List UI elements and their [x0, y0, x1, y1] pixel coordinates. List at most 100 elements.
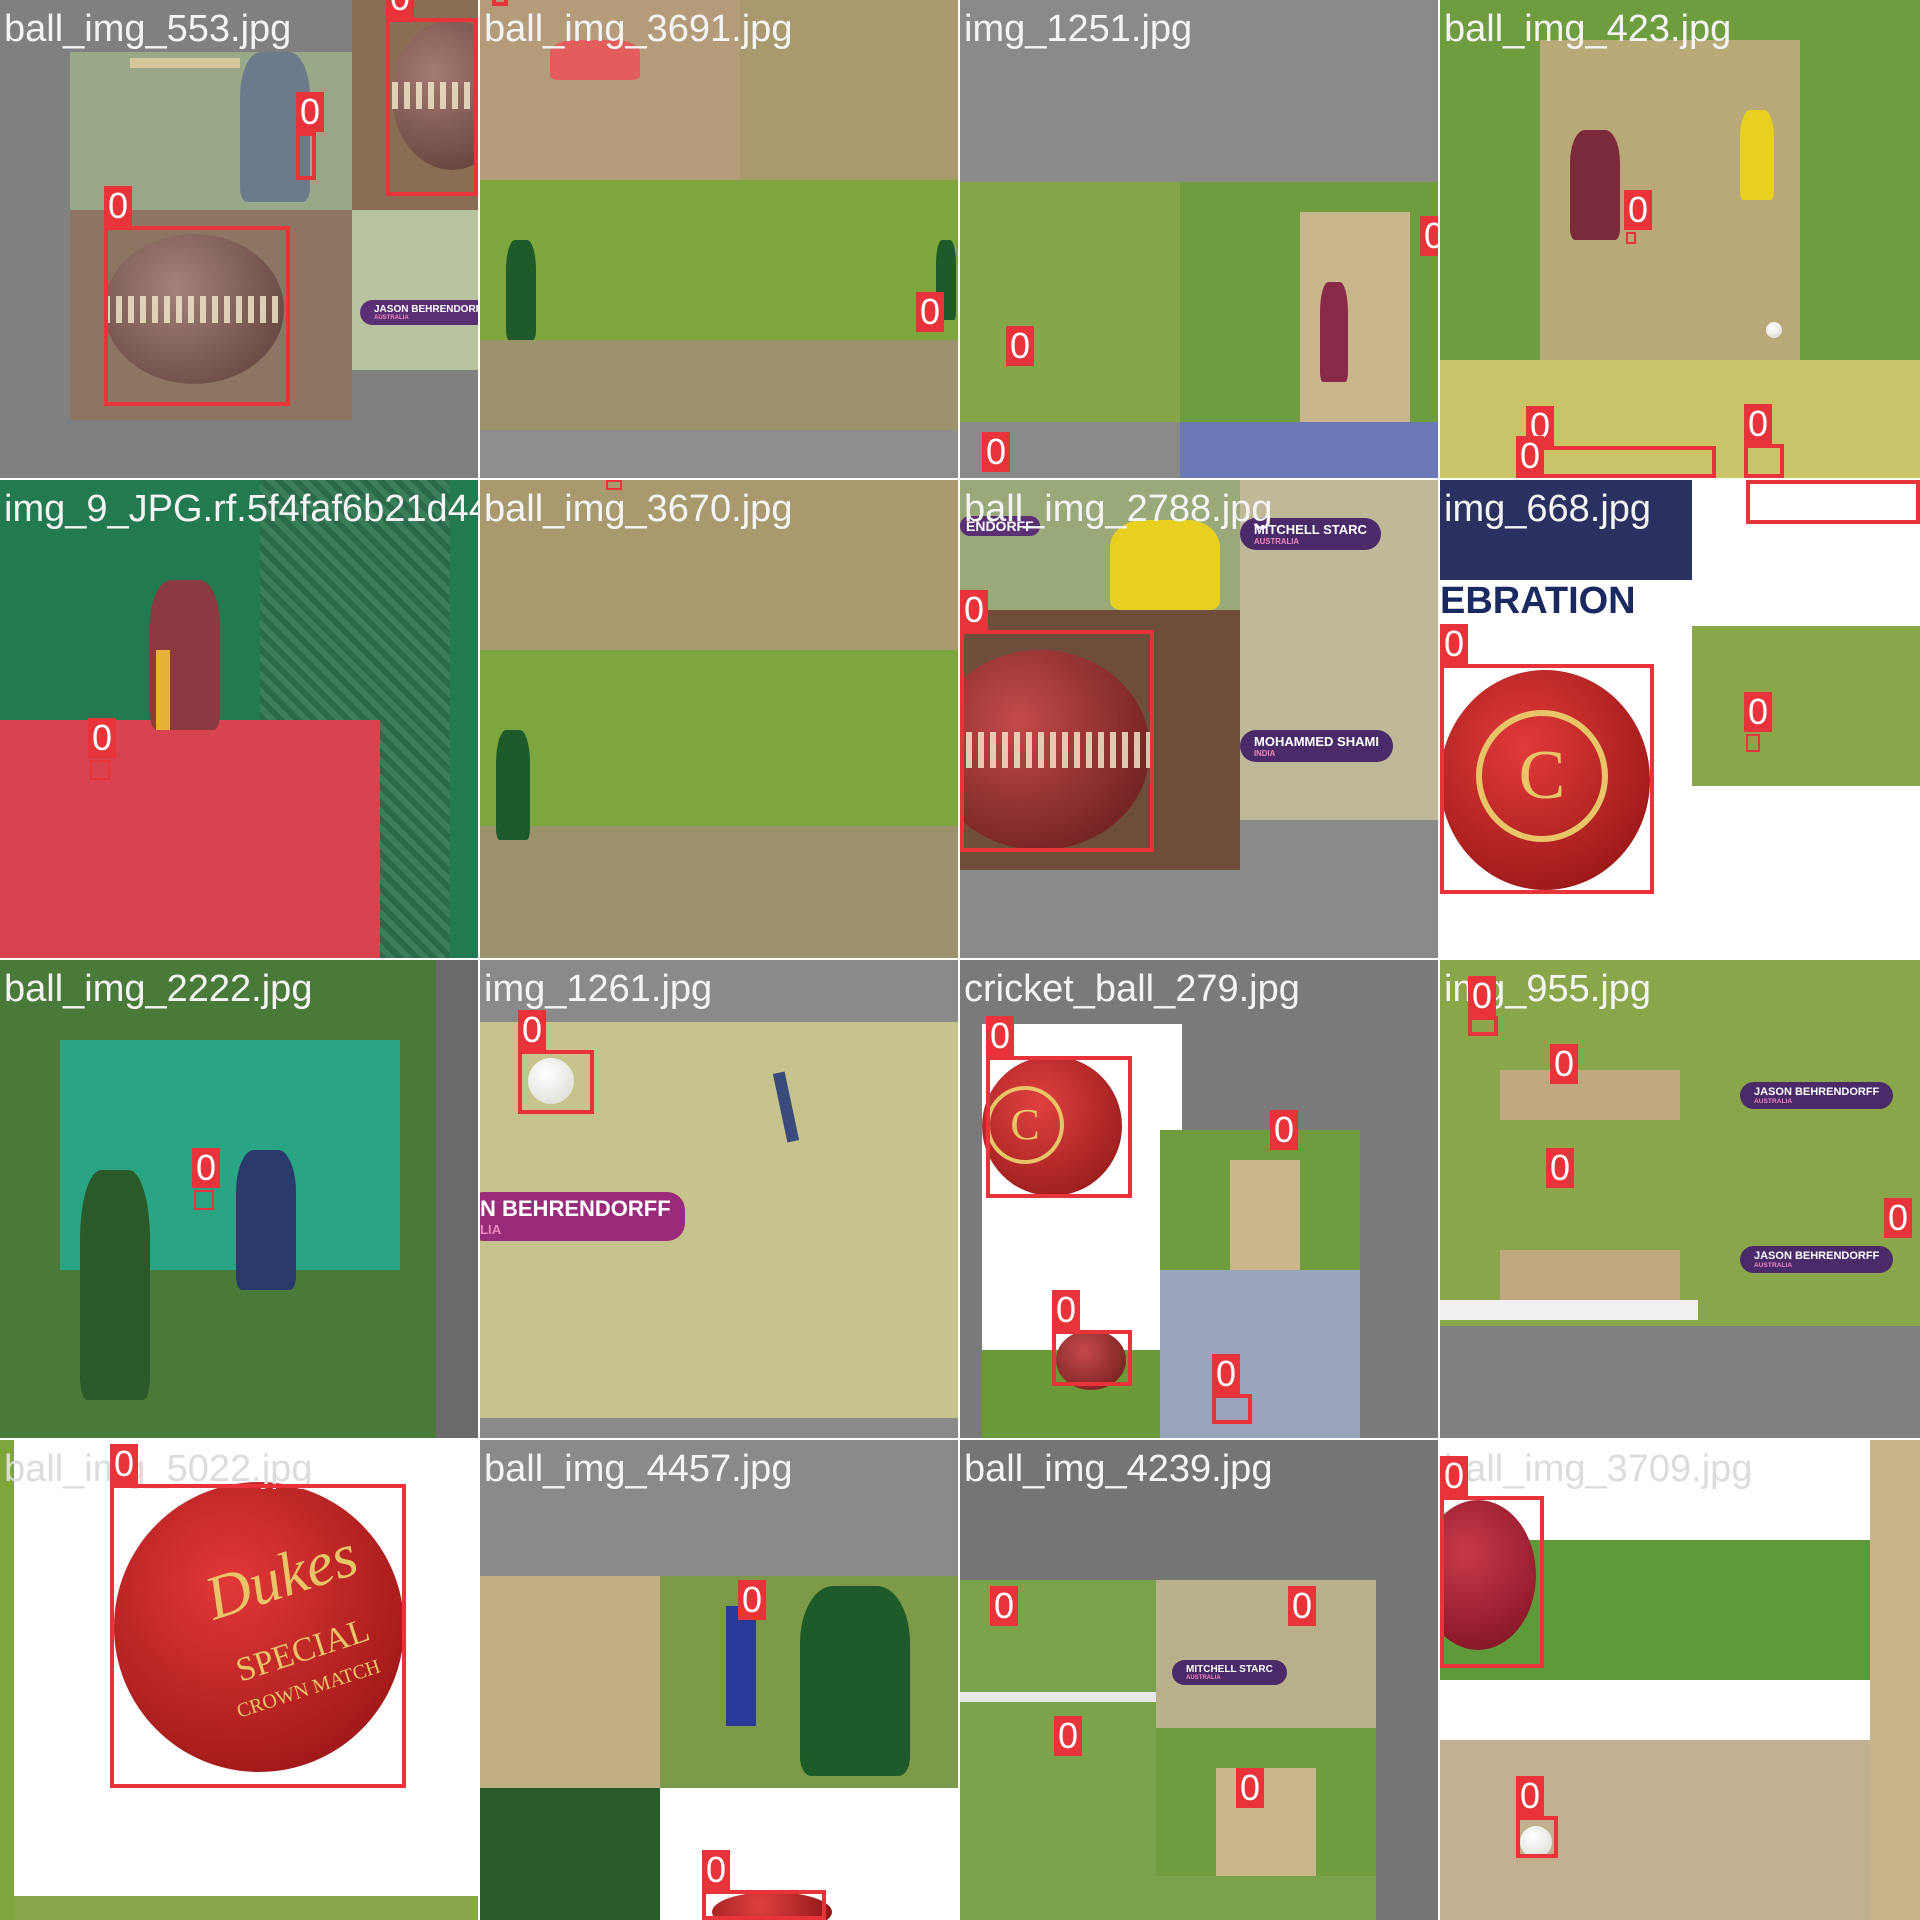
detection-box: 0 — [960, 590, 1154, 852]
batsman-figure — [496, 730, 530, 840]
tile-label: img_9_JPG.rf.5f4faf6b21d44bd408a240312d4 — [4, 488, 478, 530]
board-text: EBRATION — [1440, 580, 1692, 620]
tile-ball-img-2788: MITCHELL STARC AUSTRALIA MOHAMMED SHAMI IN… — [960, 480, 1438, 958]
detection-box: 0 — [1624, 190, 1653, 244]
detection-box: 0 — [986, 1016, 1132, 1198]
ball-image — [1766, 322, 1782, 338]
red-pitch — [0, 720, 380, 958]
class-label: 0 — [1884, 1198, 1913, 1238]
tile-img-668: EBRATION C img_668.jpg 0 0 0 — [1440, 480, 1920, 958]
field-crop — [480, 180, 958, 430]
tile-img-9: img_9_JPG.rf.5f4faf6b21d44bd408a240312d4… — [0, 480, 478, 958]
tile-img-1261: N BEHRENDORFF LIA img_1261.jpg 0 — [480, 960, 958, 1438]
pitch-strip — [480, 826, 958, 958]
field-crop — [960, 182, 1180, 422]
tile-ball-img-3670: ball_img_3670.jpg 0 — [480, 480, 958, 958]
player-banner: JASON BEHRENDORFF AUSTRALIA — [360, 300, 478, 325]
detection-box: 0 — [1052, 1290, 1132, 1386]
batsman-figure — [236, 1150, 296, 1290]
detection-box: 0 — [386, 0, 478, 196]
class-label: 0 — [986, 1016, 1015, 1056]
detection-box: 0 — [1744, 404, 1784, 478]
detection-box: 0 — [702, 1850, 826, 1920]
tile-ball-img-3691: ball_img_3691.jpg 0 0 — [480, 0, 958, 478]
detection-box: 0 — [1884, 1198, 1913, 1252]
tile-label: ball_img_3691.jpg — [484, 8, 793, 50]
tile-ball-img-423: ball_img_423.jpg 0 0 0 0 — [1440, 0, 1920, 478]
class-label: 0 — [1744, 692, 1773, 732]
room-crop — [1160, 1270, 1360, 1438]
tile-ball-img-3709: ball_img_3709.jpg 0 0 — [1440, 1440, 1920, 1920]
class-label: 0 — [1440, 624, 1469, 664]
tile-img-1251: img_1251.jpg 0 0 0 — [960, 0, 1438, 478]
banners-crop: MITCHELL STARC AUSTRALIA MOHAMMED SHAMI IN… — [1240, 480, 1438, 820]
class-label: 0 — [1052, 1290, 1081, 1330]
detection-box: 0 — [1516, 1776, 1558, 1858]
tile-label: img_1261.jpg — [484, 968, 713, 1010]
stump-shape — [772, 1071, 800, 1143]
batsman-figure — [800, 1586, 910, 1776]
pitch-strip — [1300, 212, 1410, 422]
pitch-strip — [1216, 1768, 1316, 1876]
pitch-strip — [1500, 1070, 1680, 1120]
detection-box: 0 — [1006, 326, 1035, 382]
tile-label: img_1251.jpg — [964, 8, 1193, 50]
detection-box: 0 — [1420, 216, 1438, 274]
class-label: 0 — [990, 1586, 1019, 1626]
tile-label: ball_img_2222.jpg — [4, 968, 313, 1010]
field-bottom — [960, 1876, 1376, 1920]
class-label: 0 — [1744, 404, 1773, 444]
class-label: 0 — [1054, 1716, 1083, 1756]
bowler-figure — [1110, 520, 1220, 610]
class-label: 0 — [960, 590, 989, 630]
banner-subtext: LIA — [480, 1222, 502, 1237]
left-strip — [0, 1440, 14, 1920]
banner-text: JASON BEHRENDORFF — [374, 304, 478, 315]
class-label: 0 — [386, 0, 415, 18]
banner-text: JASON BEHRENDORFF — [1754, 1086, 1880, 1098]
detection-box: 0 — [1054, 1716, 1083, 1770]
match-crop — [1180, 182, 1438, 422]
detection-box: 0 — [990, 1586, 1019, 1640]
tile-label: ball_img_423.jpg — [1444, 8, 1732, 50]
class-label: 0 — [1420, 216, 1438, 256]
detection-box: 0 — [296, 92, 325, 180]
banner-subtext: AUSTRALIA — [374, 315, 409, 321]
tile-label: ball_img_4457.jpg — [484, 1448, 793, 1490]
right-strip — [1870, 1440, 1920, 1920]
banner-text: N BEHRENDORFF — [480, 1196, 671, 1221]
match-crop-2 — [1156, 1728, 1376, 1876]
class-label: 0 — [916, 292, 945, 332]
pitch-strip — [480, 340, 958, 430]
banner-subtext: AUSTRALIA — [1754, 1262, 1793, 1269]
detection-box: 0 — [606, 480, 622, 490]
mosaic-grid: JASON BEHRENDORFF AUSTRALIA ball_img_553.… — [0, 0, 1920, 1920]
tile-ball-img-553: JASON BEHRENDORFF AUSTRALIA ball_img_553.… — [0, 0, 478, 478]
class-label: 0 — [1516, 1776, 1545, 1816]
tile-cricket-ball-279: C cricket_ball_279.jpg 0 0 0 0 — [960, 960, 1438, 1438]
class-label: 0 — [1468, 976, 1497, 1016]
banner-text: MITCHELL STARC — [1186, 1664, 1273, 1675]
detection-box: 0 — [916, 292, 945, 372]
class-label: 0 — [1006, 326, 1035, 366]
blue-board-crop — [1180, 422, 1438, 478]
tile-ball-img-4457: ball_img_4457.jpg 0 0 — [480, 1440, 958, 1920]
pitch-strip — [1230, 1160, 1300, 1270]
class-label: 0 — [738, 1580, 767, 1620]
banner-crop: MITCHELL STARC AUSTRALIA — [1156, 1580, 1376, 1728]
detection-box: 0 — [1440, 1456, 1544, 1668]
class-label: 0 — [1440, 1456, 1469, 1496]
detection-box: 0 — [1288, 1586, 1317, 1640]
player-banner: N BEHRENDORFF LIA — [480, 1192, 685, 1241]
detection-box: 0 — [1746, 480, 1920, 524]
banner-text: JASON BEHRENDORFF — [1754, 1250, 1880, 1262]
class-label: 0 — [1288, 1586, 1317, 1626]
player-banner: MOHAMMED SHAMI INDIA — [1240, 730, 1393, 762]
detection-box: 0 — [738, 1580, 767, 1648]
player-banner: MITCHELL STARC AUSTRALIA — [1172, 1660, 1287, 1685]
tile-ball-img-5022: Dukes SPECIAL CROWN MATCH ball_img_5022.… — [0, 1440, 478, 1920]
bat-shape — [130, 58, 240, 68]
class-label: 0 — [110, 1444, 139, 1484]
class-label: 0 — [702, 1850, 731, 1890]
tile-label: ball_img_3709.jpg — [1444, 1448, 1753, 1490]
